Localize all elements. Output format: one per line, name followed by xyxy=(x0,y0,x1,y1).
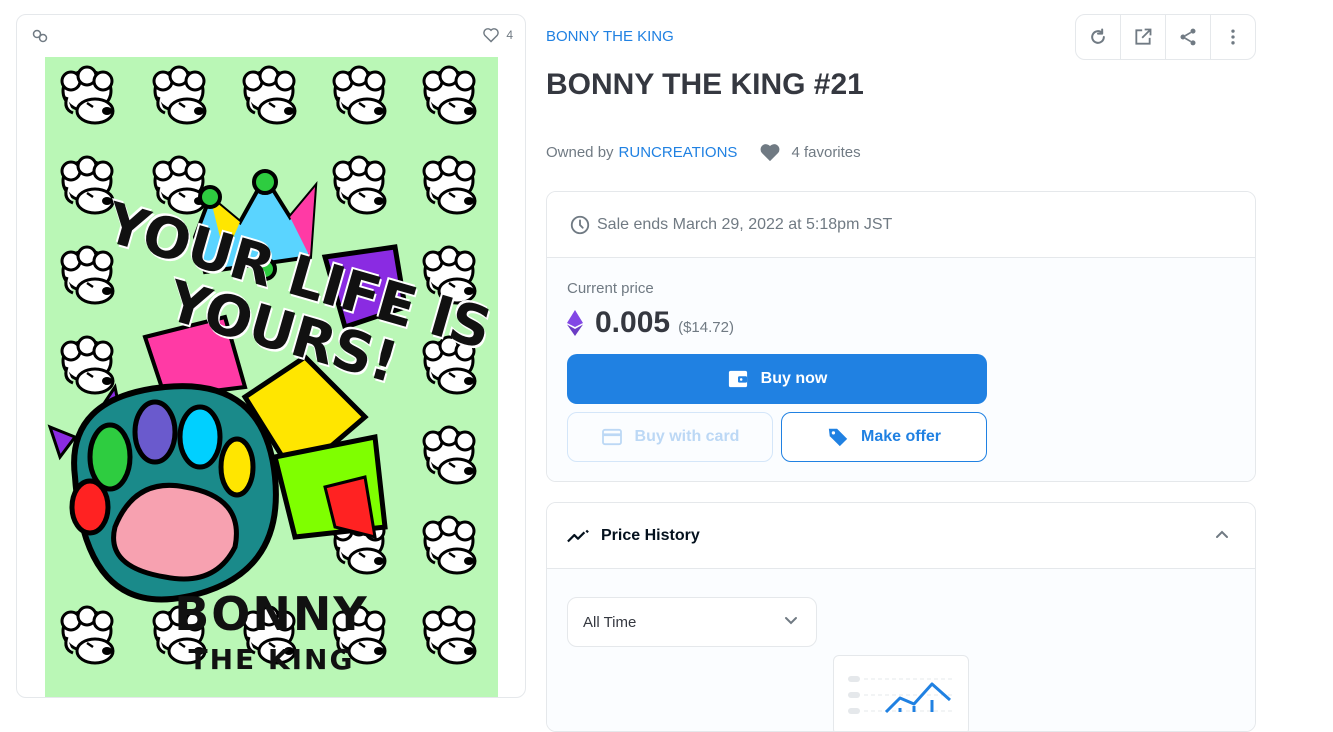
chain-link-icon xyxy=(32,29,48,43)
make-offer-button[interactable]: Make offer xyxy=(781,412,987,462)
trade-panel: Sale ends March 29, 2022 at 5:18pm JST C… xyxy=(546,191,1256,482)
trending-up-icon xyxy=(567,529,589,542)
nft-image-card: 4 YOUR LIFE IS YOURS! BONNY THE KING xyxy=(16,14,526,698)
share-icon xyxy=(1180,28,1196,46)
artwork-subtitle: THE KING xyxy=(188,643,355,676)
artwork-title: BONNY xyxy=(174,587,369,641)
ethereum-icon xyxy=(567,310,583,336)
more-vertical-icon xyxy=(1231,29,1235,45)
open-external-button[interactable] xyxy=(1121,15,1166,59)
item-toolbar xyxy=(1075,14,1256,60)
empty-chart-illustration xyxy=(833,655,969,731)
more-options-button[interactable] xyxy=(1211,15,1255,59)
favorite-count: 4 xyxy=(506,28,513,42)
heart-outline-icon xyxy=(483,28,500,43)
sale-timer: Sale ends March 29, 2022 at 5:18pm JST xyxy=(547,192,1255,258)
wallet-icon xyxy=(728,370,747,388)
external-link-icon xyxy=(1135,28,1152,45)
buy-now-button[interactable]: Buy now xyxy=(567,354,987,404)
price-history-panel: Price History All Time xyxy=(546,502,1256,732)
credit-card-icon xyxy=(601,428,622,446)
price-history-header[interactable]: Price History xyxy=(547,503,1255,569)
favorites-count: 4 favorites xyxy=(791,143,861,161)
price-amount: 0.005 xyxy=(595,306,671,339)
current-price-label: Current price xyxy=(567,280,654,297)
item-title: BONNY THE KING #21 xyxy=(546,68,864,101)
owner-link[interactable]: RUNCREATIONS xyxy=(619,144,738,161)
collection-link[interactable]: BONNY THE KING xyxy=(546,28,674,45)
price-usd: ($14.72) xyxy=(678,318,734,336)
refresh-button[interactable] xyxy=(1076,15,1121,59)
price-history-title: Price History xyxy=(601,526,700,544)
owner-row: Owned by RUNCREATIONS 4 favorites xyxy=(546,142,861,162)
chevron-up-icon[interactable] xyxy=(1215,529,1229,539)
chart-placeholder-icon xyxy=(848,676,954,714)
tag-icon xyxy=(828,428,848,447)
refresh-icon xyxy=(1091,28,1105,44)
heart-icon xyxy=(761,144,780,162)
sale-ends-text: Sale ends March 29, 2022 at 5:18pm JST xyxy=(597,215,893,233)
time-range-value: All Time xyxy=(583,613,637,631)
share-button[interactable] xyxy=(1166,15,1211,59)
time-range-select[interactable]: All Time xyxy=(567,597,817,647)
buy-with-card-button[interactable]: Buy with card xyxy=(567,412,773,462)
chevron-down-icon xyxy=(785,617,797,625)
favorite-button[interactable]: 4 xyxy=(482,27,513,43)
nft-artwork[interactable]: YOUR LIFE IS YOURS! BONNY THE KING xyxy=(45,57,498,697)
owned-by-label: Owned by xyxy=(546,143,614,161)
current-price: 0.005 ($14.72) xyxy=(567,306,734,340)
clock-icon xyxy=(570,215,590,234)
